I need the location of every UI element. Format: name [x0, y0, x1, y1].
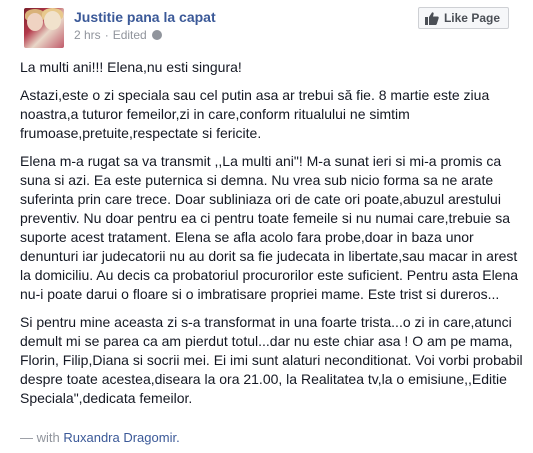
- tagged-person-link[interactable]: Ruxandra Dragomir.: [63, 430, 179, 445]
- page-avatar[interactable]: [24, 8, 64, 48]
- like-page-label: Like Page: [443, 11, 500, 25]
- post-body: La multi ani!!! Elena,nu esti singura! A…: [20, 58, 525, 417]
- post-paragraph: Astazi,este o zi speciala sau cel putin …: [20, 87, 490, 141]
- meta-separator: ·: [104, 28, 109, 42]
- page-name-link[interactable]: Justitie pana la capat: [74, 9, 216, 25]
- post-header: Justitie pana la capat 2 hrs · Edited Like…: [12, 0, 521, 52]
- with-tag-line: — with Ruxandra Dragomir.: [20, 430, 180, 445]
- globe-icon: [151, 30, 162, 40]
- with-prefix: — with: [20, 430, 60, 445]
- like-page-button[interactable]: Like Page: [417, 7, 509, 29]
- post-meta: 2 hrs · Edited: [74, 28, 162, 42]
- post-paragraph: Si pentru mine aceasta zi s-a transforma…: [20, 314, 523, 406]
- post-card: Justitie pana la capat 2 hrs · Edited Like…: [0, 0, 533, 453]
- post-time[interactable]: 2 hrs: [74, 28, 101, 42]
- post-paragraph: La multi ani!!! Elena,nu esti singura!: [20, 59, 242, 75]
- edited-label[interactable]: Edited: [113, 28, 147, 42]
- post-paragraph: Elena m-a rugat sa va transmit ,,La mult…: [20, 153, 519, 302]
- thumb-up-icon: [424, 11, 439, 25]
